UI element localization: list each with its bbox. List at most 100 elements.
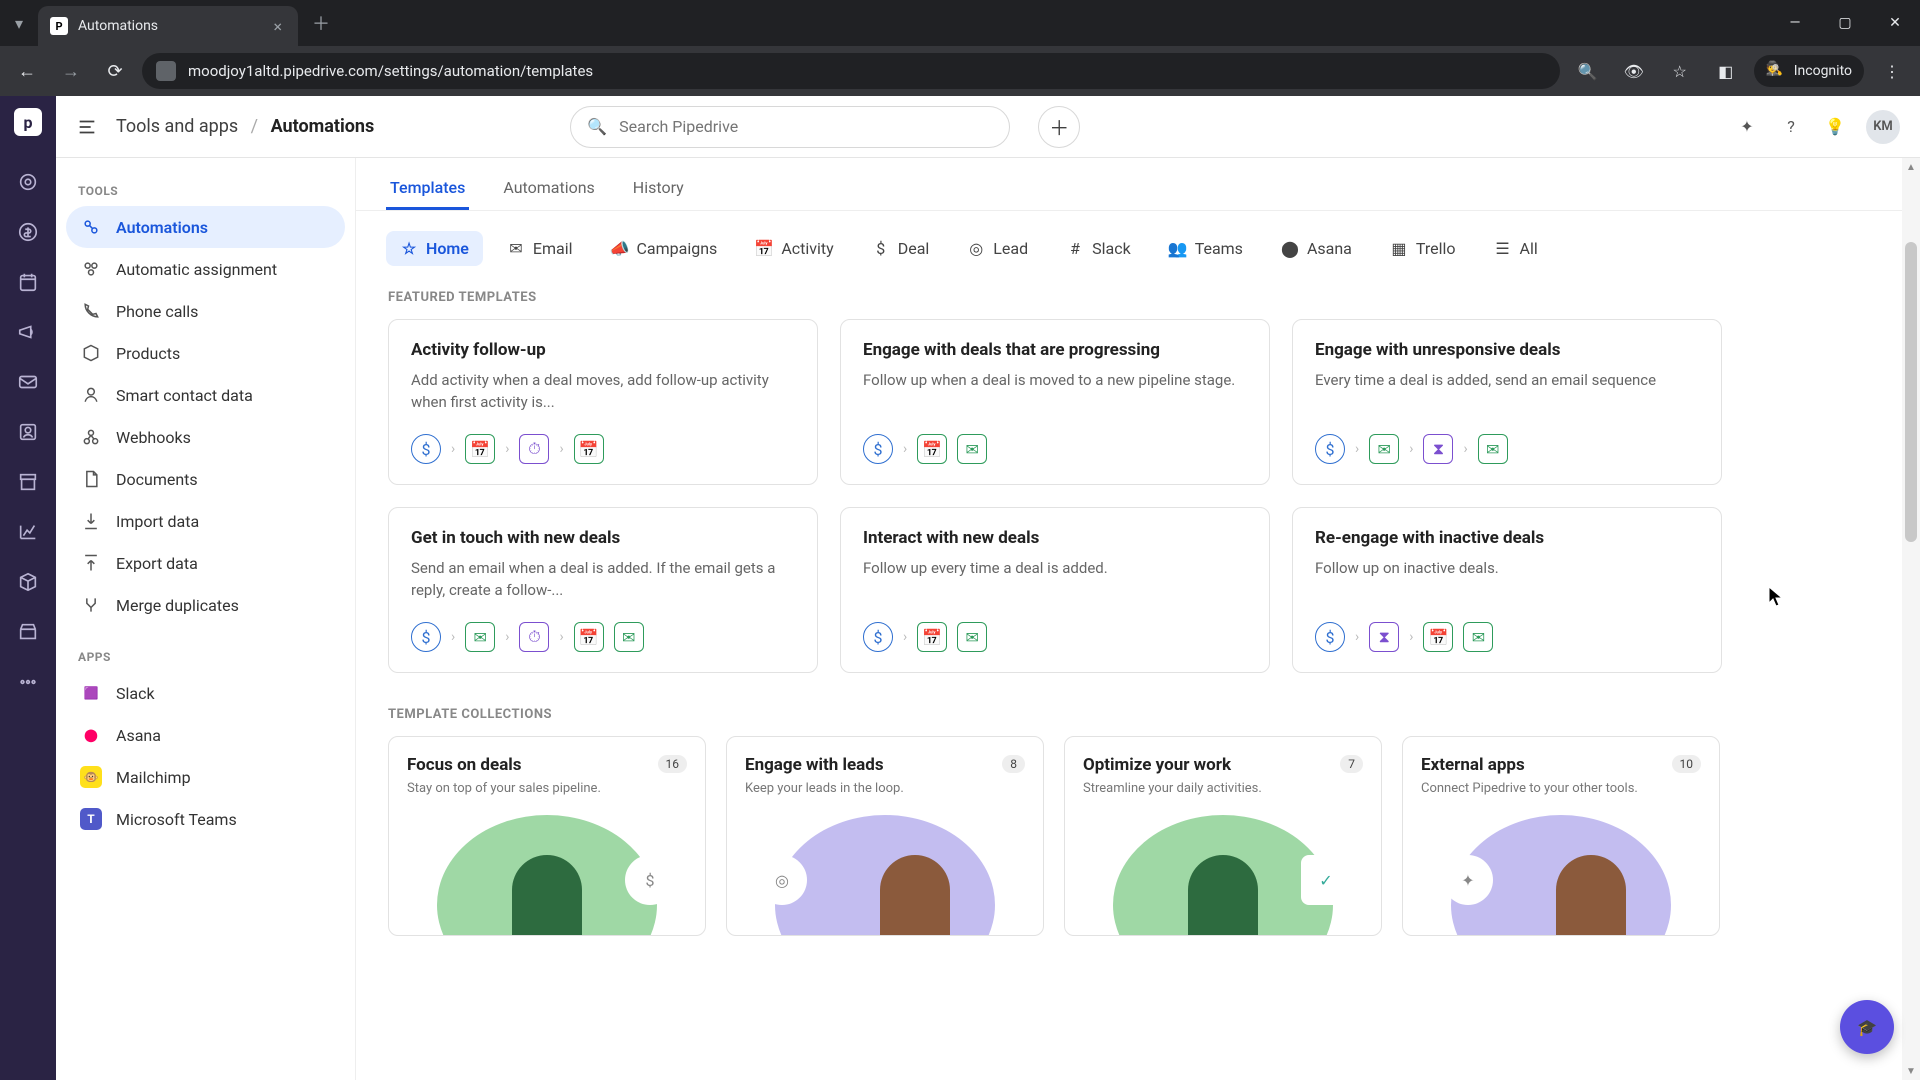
rail-calendar-icon[interactable] bbox=[14, 268, 42, 296]
app-logo[interactable]: p bbox=[14, 108, 42, 136]
browser-tab[interactable]: P Automations × bbox=[38, 6, 298, 46]
template-card[interactable]: Activity follow-up Add activity when a d… bbox=[388, 319, 818, 485]
filter-campaigns[interactable]: 📣Campaigns bbox=[597, 231, 732, 266]
help-fab-button[interactable]: 🎓 bbox=[1840, 1000, 1894, 1054]
sidebar-item-merge-duplicates[interactable]: Merge duplicates bbox=[66, 584, 345, 626]
mail-step-icon: ✉ bbox=[465, 622, 495, 652]
tab-automations[interactable]: Automations bbox=[499, 168, 598, 210]
star-icon: ☆ bbox=[400, 240, 418, 258]
browser-menu-button[interactable]: ⋮ bbox=[1874, 53, 1910, 89]
sidebar-item-documents[interactable]: Documents bbox=[66, 458, 345, 500]
tab-close-button[interactable]: × bbox=[269, 17, 286, 36]
filter-email[interactable]: ✉Email bbox=[493, 231, 587, 266]
content-scrollbar[interactable]: ▲ ▼ bbox=[1902, 158, 1920, 1080]
filter-lead[interactable]: ◎Lead bbox=[953, 231, 1042, 266]
collection-card[interactable]: Focus on deals16 Stay on top of your sal… bbox=[388, 736, 706, 936]
template-card[interactable]: Re-engage with inactive deals Follow up … bbox=[1292, 507, 1722, 673]
rail-dollar-icon[interactable] bbox=[14, 218, 42, 246]
breadcrumb-root[interactable]: Tools and apps bbox=[116, 116, 238, 137]
window-close-button[interactable]: ✕ bbox=[1870, 0, 1920, 46]
chevron-right-icon: › bbox=[903, 441, 907, 457]
template-card[interactable]: Get in touch with new deals Send an emai… bbox=[388, 507, 818, 673]
sidebar-item-webhooks[interactable]: Webhooks bbox=[66, 416, 345, 458]
filter-all[interactable]: ☰All bbox=[1480, 231, 1552, 266]
lightbulb-icon[interactable]: 💡 bbox=[1822, 114, 1848, 140]
card-flow: $›✉›⏱›📅✉ bbox=[411, 622, 795, 652]
new-tab-button[interactable]: ＋ bbox=[298, 10, 344, 36]
side-panel-icon[interactable]: ◧ bbox=[1708, 53, 1744, 89]
sidebar-item-import-data[interactable]: Import data bbox=[66, 500, 345, 542]
scroll-down-icon[interactable]: ▼ bbox=[1902, 1062, 1920, 1080]
sidebar-app-asana[interactable]: ⬤Asana bbox=[66, 714, 345, 756]
rail-archive-icon[interactable] bbox=[14, 468, 42, 496]
forward-button[interactable]: → bbox=[54, 54, 88, 88]
incognito-indicator[interactable]: 🕵️ Incognito bbox=[1754, 55, 1864, 87]
collection-card[interactable]: Engage with leads8 Keep your leads in th… bbox=[726, 736, 1044, 936]
sidebar-app-mailchimp[interactable]: 🐵Mailchimp bbox=[66, 756, 345, 798]
rail-marketplace-icon[interactable] bbox=[14, 618, 42, 646]
back-button[interactable]: ← bbox=[10, 54, 44, 88]
mail-step-icon: ✉ bbox=[1478, 434, 1508, 464]
content-tabs: Templates Automations History bbox=[356, 158, 1920, 211]
sidebar-toggle-button[interactable] bbox=[76, 115, 100, 139]
chevron-right-icon: › bbox=[505, 629, 509, 645]
sidebar-app-microsoft-teams[interactable]: TMicrosoft Teams bbox=[66, 798, 345, 840]
dollar-icon: $ bbox=[872, 240, 890, 258]
rail-box-icon[interactable] bbox=[14, 568, 42, 596]
chevron-right-icon: › bbox=[559, 441, 563, 457]
filter-teams[interactable]: 👥Teams bbox=[1155, 231, 1257, 266]
collection-card[interactable]: External apps10 Connect Pipedrive to you… bbox=[1402, 736, 1720, 936]
filter-deal[interactable]: $Deal bbox=[858, 231, 944, 266]
sidebar-app-slack[interactable]: 🟪Slack bbox=[66, 672, 345, 714]
filter-asana[interactable]: ⬤Asana bbox=[1267, 231, 1366, 266]
reload-button[interactable]: ⟳ bbox=[98, 54, 132, 88]
search-input[interactable] bbox=[619, 117, 993, 136]
collection-illustration: ◎ bbox=[727, 835, 1043, 935]
card-desc: Follow up when a deal is moved to a new … bbox=[863, 370, 1247, 414]
tab-search-button[interactable]: ▾ bbox=[0, 0, 38, 46]
collection-illustration: ✓ bbox=[1065, 835, 1381, 935]
help-icon[interactable]: ? bbox=[1778, 114, 1804, 140]
filter-home[interactable]: ☆Home bbox=[386, 231, 483, 266]
card-title: Re-engage with inactive deals bbox=[1315, 528, 1699, 548]
tab-templates[interactable]: Templates bbox=[386, 168, 469, 210]
sidebar-item-automatic-assignment[interactable]: Automatic assignment bbox=[66, 248, 345, 290]
address-bar[interactable]: moodjoy1altd.pipedrive.com/settings/auto… bbox=[142, 53, 1560, 89]
sidebar-item-export-data[interactable]: Export data bbox=[66, 542, 345, 584]
site-info-icon[interactable] bbox=[156, 61, 176, 81]
window-minimize-button[interactable]: ― bbox=[1770, 0, 1820, 46]
sidebar-item-label: Merge duplicates bbox=[116, 596, 239, 615]
filter-slack[interactable]: #Slack bbox=[1052, 231, 1145, 266]
rail-megaphone-icon[interactable] bbox=[14, 318, 42, 346]
sidebar-item-products[interactable]: Products bbox=[66, 332, 345, 374]
tab-history[interactable]: History bbox=[629, 168, 688, 210]
eye-off-icon[interactable]: 👁 bbox=[1616, 53, 1652, 89]
user-avatar[interactable]: KM bbox=[1866, 110, 1900, 144]
app-rail: p bbox=[0, 96, 56, 1080]
scroll-up-icon[interactable]: ▲ bbox=[1902, 158, 1920, 176]
sidebar-item-phone-calls[interactable]: Phone calls bbox=[66, 290, 345, 332]
bookmark-star-icon[interactable]: ☆ bbox=[1662, 53, 1698, 89]
rail-target-icon[interactable] bbox=[14, 168, 42, 196]
sidebar-item-automations[interactable]: Automations bbox=[66, 206, 345, 248]
filter-label: Asana bbox=[1307, 239, 1352, 258]
rail-contacts-icon[interactable] bbox=[14, 418, 42, 446]
collection-card[interactable]: Optimize your work7 Streamline your dail… bbox=[1064, 736, 1382, 936]
sidebar-item-smart-contact-data[interactable]: Smart contact data bbox=[66, 374, 345, 416]
rail-more-icon[interactable] bbox=[14, 668, 42, 696]
global-search[interactable]: 🔍 bbox=[570, 106, 1010, 148]
add-button[interactable]: ＋ bbox=[1038, 106, 1080, 148]
template-card[interactable]: Engage with deals that are progressing F… bbox=[840, 319, 1270, 485]
zoom-icon[interactable]: 🔍 bbox=[1570, 53, 1606, 89]
mail-icon: ✉ bbox=[507, 240, 525, 258]
rail-chart-icon[interactable] bbox=[14, 518, 42, 546]
filter-trello[interactable]: ▦Trello bbox=[1376, 231, 1470, 266]
template-card[interactable]: Interact with new deals Follow up every … bbox=[840, 507, 1270, 673]
scrollbar-thumb[interactable] bbox=[1905, 242, 1917, 542]
extension-icon[interactable]: ✦ bbox=[1734, 114, 1760, 140]
filter-activity[interactable]: 📅Activity bbox=[741, 231, 847, 266]
window-maximize-button[interactable]: ▢ bbox=[1820, 0, 1870, 46]
card-title: Engage with deals that are progressing bbox=[863, 340, 1247, 360]
rail-mail-icon[interactable] bbox=[14, 368, 42, 396]
template-card[interactable]: Engage with unresponsive deals Every tim… bbox=[1292, 319, 1722, 485]
